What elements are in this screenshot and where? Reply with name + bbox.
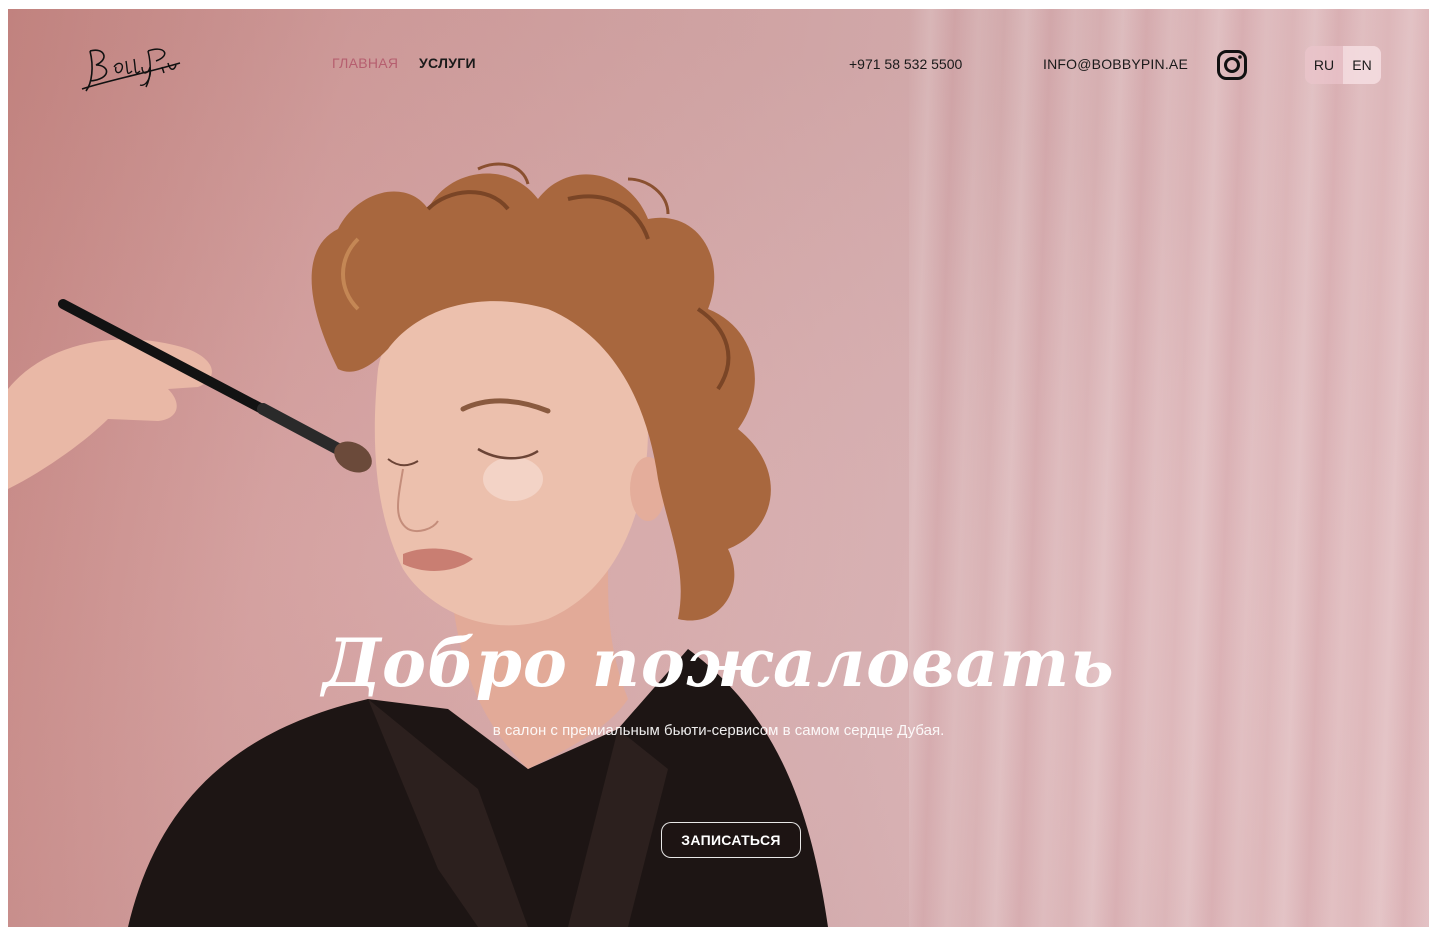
book-appointment-button[interactable]: ЗАПИСАТЬСЯ bbox=[661, 822, 801, 858]
contact-email[interactable]: INFO@BOBBYPIN.AE bbox=[1043, 56, 1188, 72]
hero-section: ГЛАВНАЯ УСЛУГИ +971 58 532 5500 INFO@BOB… bbox=[8, 9, 1429, 927]
language-en-button[interactable]: EN bbox=[1343, 46, 1381, 84]
instagram-icon[interactable] bbox=[1216, 49, 1248, 81]
bobby-pin-logo[interactable] bbox=[76, 37, 186, 97]
hero-photo bbox=[8, 162, 828, 927]
hero-title: Добро пожаловать bbox=[322, 624, 1115, 702]
site-header: ГЛАВНАЯ УСЛУГИ +971 58 532 5500 INFO@BOB… bbox=[8, 9, 1429, 119]
nav-link-services[interactable]: УСЛУГИ bbox=[419, 55, 476, 71]
language-switcher: RU EN bbox=[1305, 46, 1381, 84]
hero-subtitle: в салон с премиальным бьюти-сервисом в с… bbox=[492, 722, 945, 739]
language-ru-button[interactable]: RU bbox=[1305, 46, 1343, 84]
nav-link-home[interactable]: ГЛАВНАЯ bbox=[332, 55, 398, 71]
contact-phone[interactable]: +971 58 532 5500 bbox=[849, 56, 962, 72]
